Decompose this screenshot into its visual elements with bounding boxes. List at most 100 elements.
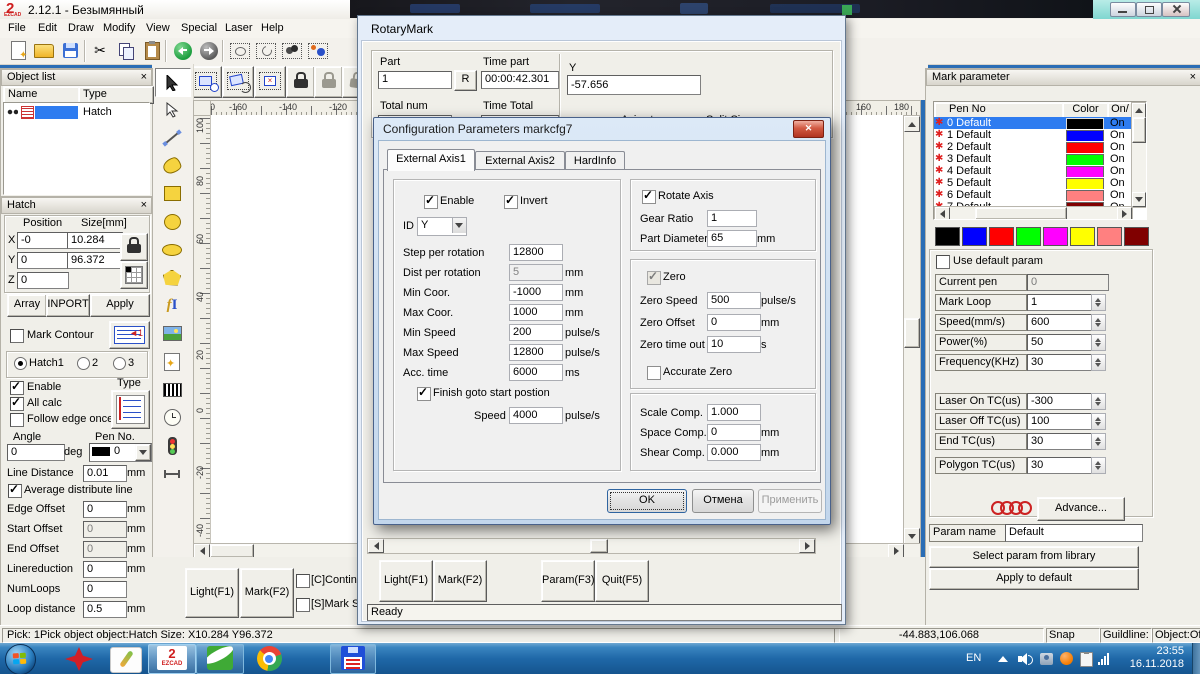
barcode-tool[interactable] bbox=[155, 376, 189, 403]
open-file-button[interactable] bbox=[32, 39, 56, 62]
pen-scroll-right[interactable] bbox=[1117, 207, 1132, 220]
hatch-type-button[interactable] bbox=[111, 390, 150, 429]
power-field[interactable]: 50 bbox=[1027, 334, 1097, 351]
pen-row[interactable]: ✱ 1 Default On bbox=[934, 129, 1131, 141]
scroll-up-button[interactable] bbox=[904, 116, 920, 132]
eye-icon[interactable] bbox=[7, 109, 18, 116]
image-tool[interactable] bbox=[155, 320, 189, 347]
laser-off-tc-field[interactable]: 100 bbox=[1027, 413, 1097, 430]
menu-help[interactable]: Help bbox=[261, 19, 284, 37]
param-name-field[interactable]: Default bbox=[1005, 524, 1143, 542]
min-speed-field[interactable]: 200 bbox=[509, 324, 563, 341]
palette-swatch[interactable] bbox=[935, 227, 960, 246]
cut-button[interactable]: ✂ bbox=[88, 39, 112, 62]
rotary-param-button[interactable]: Param(F3) bbox=[541, 560, 595, 602]
x-position-field[interactable]: -0 bbox=[17, 232, 69, 249]
show-desktop-button[interactable] bbox=[1192, 643, 1200, 674]
pen-no-dropdown[interactable]: 0 bbox=[89, 443, 152, 462]
pen-scroll-up[interactable] bbox=[1132, 103, 1146, 118]
use-default-param-checkbox[interactable] bbox=[936, 255, 950, 269]
tab-external-axis1[interactable]: External Axis1 bbox=[387, 149, 475, 171]
zero-offset-field[interactable]: 0 bbox=[707, 314, 761, 331]
mark-loop-spinner[interactable] bbox=[1091, 294, 1106, 311]
main-mark-button[interactable]: Mark(F2) bbox=[240, 568, 294, 618]
pen-scroll-down[interactable] bbox=[1132, 192, 1146, 207]
hatch-header[interactable]: Hatch × bbox=[1, 197, 152, 214]
continuous-checkbox[interactable] bbox=[296, 574, 310, 588]
transform-move-button[interactable] bbox=[190, 66, 222, 98]
palette-swatch[interactable] bbox=[1124, 227, 1149, 246]
loop-distance-field[interactable]: 0.5 bbox=[83, 601, 127, 618]
copy-button[interactable] bbox=[114, 39, 138, 62]
x-size-field[interactable]: 10.284 bbox=[67, 232, 123, 249]
status-snap-cell[interactable]: Snap Grid: bbox=[1046, 628, 1100, 643]
undo-button[interactable] bbox=[171, 39, 195, 62]
taskbar-app-floppy[interactable] bbox=[330, 644, 376, 674]
line-tool[interactable] bbox=[155, 124, 189, 151]
save-button[interactable] bbox=[58, 39, 82, 62]
palette-swatch[interactable] bbox=[962, 227, 987, 246]
pen-no-dropdown-button[interactable] bbox=[135, 444, 151, 461]
part-field[interactable]: 1 bbox=[378, 71, 452, 89]
advance-button[interactable]: Advance... bbox=[1037, 497, 1125, 521]
cfg-invert-checkbox[interactable] bbox=[504, 195, 518, 209]
palette-swatch[interactable] bbox=[1016, 227, 1041, 246]
palette-swatch[interactable] bbox=[989, 227, 1014, 246]
tray-language[interactable]: EN bbox=[966, 652, 981, 664]
follow-edge-checkbox[interactable] bbox=[10, 413, 24, 427]
status-object-cell[interactable]: Object:Off bbox=[1152, 628, 1200, 643]
array-button[interactable]: Array bbox=[7, 294, 47, 317]
average-distribute-checkbox[interactable] bbox=[8, 484, 22, 498]
select-tool[interactable] bbox=[155, 68, 191, 97]
canvas-vscrollbar[interactable] bbox=[903, 115, 921, 545]
tray-antivirus-icon[interactable] bbox=[1060, 652, 1073, 665]
z-position-field[interactable]: 0 bbox=[17, 272, 69, 289]
rotary-scroll-left[interactable] bbox=[368, 539, 384, 553]
end-tc-spinner[interactable] bbox=[1091, 433, 1106, 450]
menu-modify[interactable]: Modify bbox=[103, 19, 135, 37]
pen-table-hscrollbar[interactable] bbox=[934, 206, 1133, 220]
pen-row[interactable]: ✱ 2 Default On bbox=[934, 141, 1131, 153]
polygon-tc-spinner[interactable] bbox=[1091, 457, 1106, 474]
rotate-axis-checkbox[interactable] bbox=[642, 190, 656, 204]
scroll-down-button[interactable] bbox=[904, 528, 920, 544]
pen-row[interactable]: ✱ 4 Default On bbox=[934, 165, 1131, 177]
tray-remote-icon[interactable] bbox=[1040, 653, 1053, 665]
y-position-field[interactable]: 0 bbox=[17, 252, 69, 269]
tray-expand-icon[interactable] bbox=[998, 656, 1008, 662]
hatch2-radio[interactable] bbox=[77, 357, 90, 370]
id-dropdown[interactable]: Y bbox=[417, 217, 467, 236]
node-color-tool-button[interactable] bbox=[306, 39, 330, 62]
rotary-hscrollbar[interactable] bbox=[367, 538, 816, 554]
cfg-enable-checkbox[interactable] bbox=[424, 195, 438, 209]
menu-laser[interactable]: Laser bbox=[225, 19, 253, 37]
hatch-close-icon[interactable]: × bbox=[141, 198, 147, 212]
scroll-left-button[interactable] bbox=[194, 544, 210, 558]
transform-delete-node-button[interactable]: × bbox=[254, 66, 286, 98]
r-button[interactable]: R bbox=[454, 70, 477, 91]
y-size-field[interactable]: 96.372 bbox=[67, 252, 123, 269]
speed-field[interactable]: 600 bbox=[1027, 314, 1097, 331]
speaker-icon[interactable] bbox=[1018, 653, 1032, 665]
zero-speed-field[interactable]: 500 bbox=[707, 292, 761, 309]
acc-time-field[interactable]: 6000 bbox=[509, 364, 563, 381]
config-close-button[interactable]: ✕ bbox=[793, 120, 824, 138]
object-type-cell[interactable]: Hatch bbox=[83, 106, 112, 118]
rotary-quit-button[interactable]: Quit(F5) bbox=[595, 560, 649, 602]
object-list-header[interactable]: Object list × bbox=[1, 69, 152, 86]
goto-speed-field[interactable]: 4000 bbox=[509, 407, 563, 424]
tab-hardinfo[interactable]: HardInfo bbox=[565, 151, 625, 171]
frequency-spinner[interactable] bbox=[1091, 354, 1106, 371]
hatch3-radio[interactable] bbox=[113, 357, 126, 370]
status-guideline-cell[interactable]: Guildline:( bbox=[1100, 628, 1152, 643]
hatch1-radio[interactable] bbox=[14, 357, 27, 370]
start-button[interactable] bbox=[5, 644, 36, 674]
rotary-light-button[interactable]: Light(F1) bbox=[379, 560, 433, 602]
palette-swatch[interactable] bbox=[1097, 227, 1122, 246]
ok-button[interactable]: OK bbox=[607, 489, 687, 513]
edge-offset-field[interactable]: 0 bbox=[83, 501, 127, 518]
mark-selected-checkbox[interactable] bbox=[296, 598, 310, 612]
node-weld-tool-button[interactable] bbox=[280, 39, 304, 62]
close-button[interactable] bbox=[1162, 2, 1190, 17]
tab-external-axis2[interactable]: External Axis2 bbox=[475, 151, 565, 171]
